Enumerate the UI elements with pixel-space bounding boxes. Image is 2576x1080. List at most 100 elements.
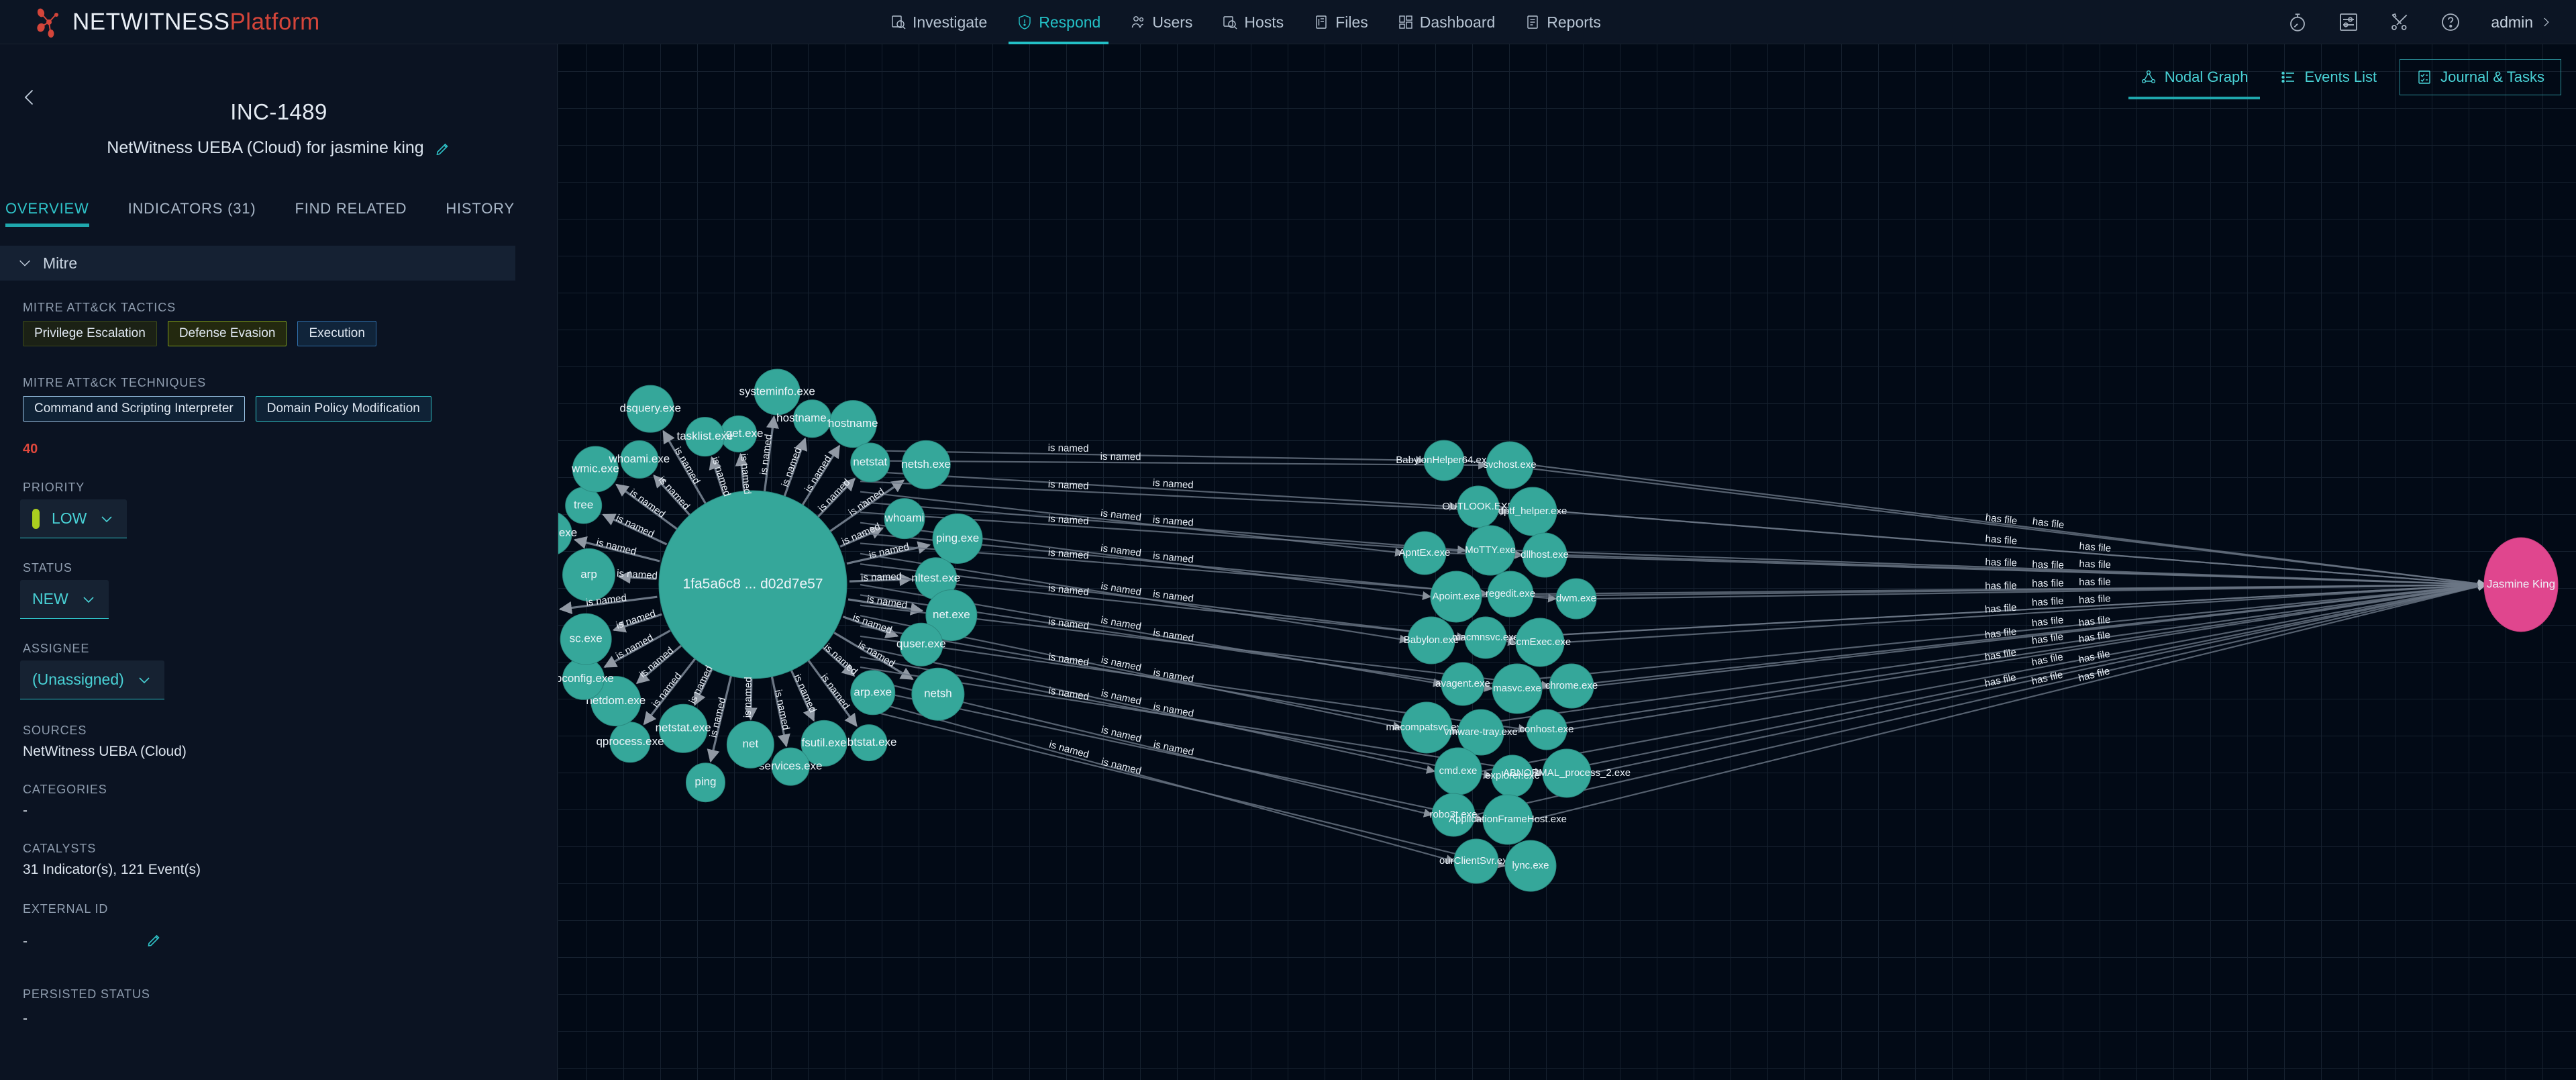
tab-overview[interactable]: OVERVIEW bbox=[5, 200, 89, 227]
mitre-section-header[interactable]: Mitre bbox=[0, 246, 515, 281]
graph-node[interactable]: net bbox=[726, 720, 774, 769]
graph-node-user[interactable]: Jasmine King bbox=[2483, 537, 2559, 632]
graph-node[interactable]: Babylon.exe bbox=[1404, 616, 1459, 665]
tab-find-related[interactable]: FIND RELATED bbox=[295, 200, 407, 227]
svg-text:net.exe: net.exe bbox=[933, 608, 970, 621]
list-icon bbox=[2281, 71, 2295, 83]
nav-label-files: Files bbox=[1335, 13, 1368, 31]
mitre-tactics-label: MITRE ATT&CK TACTICS bbox=[23, 301, 176, 314]
graph-node[interactable]: netsh bbox=[911, 667, 965, 721]
graph-node[interactable]: ping bbox=[685, 763, 725, 803]
view-button-journal-tasks[interactable]: Journal & Tasks bbox=[2400, 59, 2561, 95]
svg-text:is named: is named bbox=[709, 456, 733, 498]
nav-item-reports[interactable]: Reports bbox=[1510, 0, 1616, 44]
svg-text:Babylon.exe: Babylon.exe bbox=[1404, 634, 1459, 646]
graph-node[interactable]: qprocess.exe bbox=[596, 722, 664, 763]
graph-node[interactable]: whoami bbox=[884, 498, 925, 540]
svg-text:ApntEx.exe: ApntEx.exe bbox=[1399, 547, 1451, 558]
graph-node[interactable]: chrome.exe bbox=[1545, 663, 1598, 709]
nav-item-files[interactable]: Files bbox=[1298, 0, 1383, 44]
pencil-icon[interactable] bbox=[435, 140, 451, 156]
graph-node[interactable]: svchost.exe bbox=[1483, 441, 1537, 489]
svg-text:dptf_helper.exe: dptf_helper.exe bbox=[1498, 505, 1567, 517]
graph-node[interactable]: arp bbox=[562, 548, 616, 601]
svg-text:has file: has file bbox=[2078, 629, 2112, 645]
incident-name: NetWitness UEBA (Cloud) for jasmine king bbox=[107, 138, 424, 157]
nav-item-investigate[interactable]: Investigate bbox=[876, 0, 1002, 44]
pencil-icon[interactable] bbox=[146, 932, 162, 948]
incident-id: INC-1489 bbox=[230, 99, 327, 124]
graph-node[interactable]: BabylonHelper64.exe bbox=[1396, 440, 1492, 481]
status-dropdown[interactable]: NEW bbox=[20, 580, 109, 619]
graph-node[interactable]: dsquery.exe bbox=[620, 385, 681, 433]
graph-node[interactable]: ourClientSvr.exe bbox=[1439, 838, 1513, 884]
help-icon[interactable] bbox=[2440, 11, 2461, 33]
svg-text:has file: has file bbox=[1983, 646, 2017, 662]
graph-node[interactable]: netstat bbox=[850, 442, 890, 483]
view-button-nodal-graph[interactable]: Nodal Graph bbox=[2124, 59, 2265, 99]
tools-icon[interactable] bbox=[2389, 11, 2410, 33]
svg-text:quser.exe: quser.exe bbox=[896, 638, 946, 650]
brand-logo[interactable]: NETWITNESSPlatform bbox=[32, 7, 320, 38]
graph-node[interactable]: Apoint.exe bbox=[1430, 571, 1482, 623]
graph-node[interactable]: dllhost.exe bbox=[1521, 532, 1569, 578]
mitre-tactic-chip[interactable]: Execution bbox=[297, 321, 376, 346]
graph-node[interactable]: MoTTY.exe bbox=[1465, 525, 1516, 576]
svg-text:systeminfo.exe: systeminfo.exe bbox=[739, 385, 815, 398]
persisted-status-value: - bbox=[23, 1011, 28, 1026]
graph-node[interactable]: dptf_helper.exe bbox=[1498, 487, 1567, 536]
graph-node[interactable]: conhost.exe bbox=[1520, 709, 1574, 750]
svg-text:Apoint.exe: Apoint.exe bbox=[1433, 591, 1480, 602]
graph-node[interactable]: ApntEx.exe bbox=[1399, 531, 1451, 575]
admin-user-menu[interactable]: admin bbox=[2491, 13, 2552, 32]
graph-node[interactable]: masvc.exe bbox=[1492, 663, 1543, 714]
mitre-technique-chip[interactable]: Command and Scripting Interpreter bbox=[23, 396, 245, 422]
svg-text:is named: is named bbox=[738, 453, 754, 495]
checklist-icon bbox=[2418, 70, 2430, 84]
graph-node[interactable]: hostname bbox=[828, 400, 878, 448]
graph-node[interactable]: CcmExec.exe bbox=[1509, 618, 1572, 667]
header-tools: admin bbox=[2287, 0, 2552, 44]
mitre-technique-chip[interactable]: Domain Policy Modification bbox=[255, 396, 431, 422]
graph-node[interactable]: avagent.exe bbox=[1435, 662, 1490, 706]
stopwatch-icon[interactable] bbox=[2287, 11, 2308, 33]
graph-node[interactable]: regedit.exe bbox=[1486, 571, 1535, 618]
assignee-dropdown[interactable]: (Unassigned) bbox=[20, 660, 164, 699]
graph-node[interactable]: ping.exe bbox=[932, 513, 983, 564]
priority-dropdown[interactable]: LOW bbox=[20, 499, 127, 538]
svg-text:dsquery.exe: dsquery.exe bbox=[620, 402, 681, 415]
mitre-section-title: Mitre bbox=[43, 254, 78, 272]
svg-text:hostname: hostname bbox=[828, 417, 878, 430]
graph-rendering[interactable]: is namedis namedis namedis namedis named… bbox=[558, 44, 2576, 1080]
users-icon bbox=[1132, 16, 1144, 28]
graph-node-hub[interactable]: 1fa5a6c8 ... d02d7e57 bbox=[658, 490, 847, 679]
graph-node[interactable]: nbtstat.exe bbox=[841, 724, 897, 762]
svg-text:lync.exe: lync.exe bbox=[1512, 860, 1549, 871]
graph-node[interactable]: netsh.exe bbox=[901, 440, 951, 489]
svg-text:fsutil.exe: fsutil.exe bbox=[801, 736, 846, 749]
svg-text:is named: is named bbox=[1048, 739, 1090, 760]
nav-item-respond[interactable]: Respond bbox=[1002, 0, 1115, 44]
graph-node[interactable]: cmd.exe bbox=[1434, 747, 1482, 795]
nodal-graph-canvas[interactable]: Nodal Graph Events List Journal & Tasks bbox=[558, 44, 2576, 1080]
mitre-count: 40 bbox=[23, 442, 38, 456]
nav-item-users[interactable]: Users bbox=[1115, 0, 1207, 44]
graph-node[interactable]: dwm.exe bbox=[1555, 578, 1597, 620]
assignee-label: ASSIGNEE bbox=[23, 642, 90, 655]
tab-history[interactable]: HISTORY bbox=[446, 200, 515, 227]
nav-item-hosts[interactable]: Hosts bbox=[1207, 0, 1298, 44]
sources-value: NetWitness UEBA (Cloud) bbox=[23, 744, 187, 759]
svg-text:is named: is named bbox=[803, 454, 834, 495]
view-button-events-list[interactable]: Events List bbox=[2264, 59, 2393, 95]
graph-node[interactable]: sc.exe bbox=[560, 613, 612, 665]
graph-node[interactable]: lync.exe bbox=[1504, 840, 1557, 892]
mitre-tactic-chip[interactable]: Privilege Escalation bbox=[23, 321, 157, 346]
sliders-icon[interactable] bbox=[2338, 11, 2359, 33]
nav-item-dashboard[interactable]: Dashboard bbox=[1383, 0, 1510, 44]
svg-text:ABNORMAL_process_2.exe: ABNORMAL_process_2.exe bbox=[1503, 767, 1631, 779]
tab-indicators[interactable]: INDICATORS (31) bbox=[128, 200, 256, 227]
mitre-tactic-chip[interactable]: Defense Evasion bbox=[167, 321, 287, 346]
graph-node[interactable]: tree bbox=[565, 487, 603, 524]
files-icon bbox=[1316, 15, 1327, 29]
graph-node[interactable]: arp.exe bbox=[850, 670, 896, 716]
